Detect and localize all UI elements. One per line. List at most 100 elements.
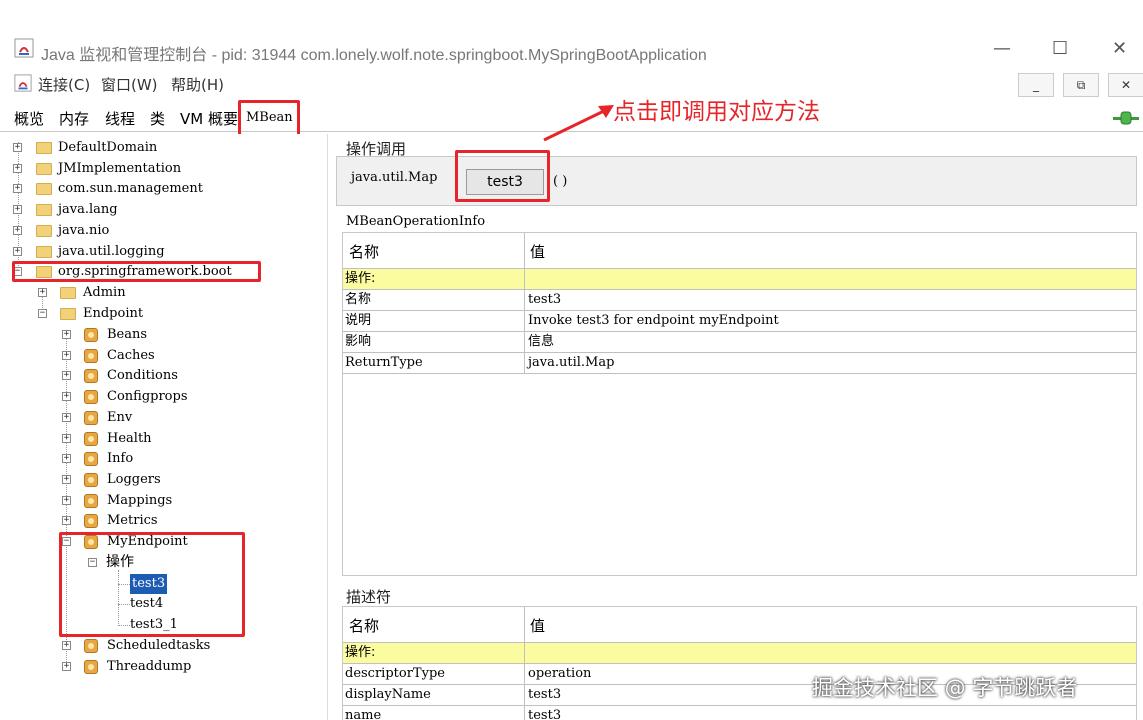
- tree-node-endpoint[interactable]: Mappings: [107, 491, 172, 511]
- menu-window[interactable]: 窗口(W): [101, 74, 158, 95]
- connection-status-icon: [1113, 110, 1139, 125]
- annotation-arrow-icon: [543, 105, 614, 142]
- tree-expander[interactable]: +: [13, 164, 22, 173]
- tree-expander[interactable]: +: [13, 184, 22, 193]
- mbean-icon: [84, 369, 98, 383]
- tree-node-endpoint[interactable]: Scheduledtasks: [107, 636, 210, 656]
- descriptor-section-title: 描述符: [346, 588, 392, 606]
- tree-expander[interactable]: +: [62, 662, 71, 671]
- tree-node-root[interactable]: DefaultDomain: [58, 138, 157, 158]
- mbean-icon: [84, 349, 98, 363]
- info-table: 名称 值 操作: 名称 test3 说明 Invoke test3 for en…: [342, 232, 1137, 576]
- tree-expander[interactable]: +: [62, 330, 71, 339]
- mbean-icon: [84, 432, 98, 446]
- inner-close-button[interactable]: ✕: [1108, 73, 1143, 97]
- inner-restore-button[interactable]: ⧉: [1063, 73, 1099, 97]
- tree-expander[interactable]: +: [62, 371, 71, 380]
- tree-node-endpoint[interactable]: Env: [107, 408, 132, 428]
- close-button[interactable]: ✕: [1112, 38, 1127, 59]
- tree-expander[interactable]: +: [62, 434, 71, 443]
- tree-expander[interactable]: +: [62, 392, 71, 401]
- inner-minimize-button[interactable]: _: [1018, 73, 1054, 97]
- tab-memory[interactable]: 内存: [59, 108, 89, 129]
- info-value-cell: Invoke test3 for endpoint myEndpoint: [528, 313, 779, 328]
- tree-expander[interactable]: +: [13, 226, 22, 235]
- info-name-cell: ReturnType: [345, 355, 423, 370]
- descriptor-header-value: 值: [530, 617, 546, 635]
- mbean-icon: [84, 411, 98, 425]
- info-name-cell: 影响: [345, 334, 372, 349]
- tree-node-endpoint[interactable]: Beans: [107, 325, 147, 345]
- tree-expander[interactable]: +: [62, 454, 71, 463]
- tree-expander[interactable]: +: [13, 247, 22, 256]
- descriptor-header-row: 名称 值: [343, 607, 1136, 643]
- info-value-cell: 信息: [528, 334, 555, 349]
- descriptor-group-label: 操作:: [345, 645, 376, 660]
- tree-expander[interactable]: +: [13, 143, 22, 152]
- descriptor-name-cell: name: [345, 708, 382, 720]
- mbean-icon: [84, 639, 98, 653]
- info-group-label: 操作:: [345, 271, 376, 286]
- tab-classes[interactable]: 类: [150, 108, 165, 129]
- mbean-tab-highlight: [238, 100, 300, 138]
- tree-node-endpoint[interactable]: Health: [107, 429, 152, 449]
- tab-vm-summary[interactable]: VM 概要: [180, 108, 238, 129]
- tree-node-endpoint[interactable]: Info: [107, 449, 133, 469]
- tree-node-endpoint[interactable]: Threaddump: [107, 657, 191, 677]
- tree-expander[interactable]: +: [62, 641, 71, 650]
- tab-threads[interactable]: 线程: [105, 108, 135, 129]
- tree-node-endpoint[interactable]: Metrics: [107, 511, 158, 531]
- info-group-row: 操作:: [343, 269, 1136, 290]
- descriptor-value-cell: test3: [528, 708, 562, 720]
- tree-expander[interactable]: +: [38, 288, 47, 297]
- tree-node-endpoint[interactable]: Caches: [107, 346, 155, 366]
- tree-node-endpoint[interactable]: Loggers: [107, 470, 161, 490]
- minimize-button[interactable]: —: [993, 38, 1011, 59]
- tree-node-root[interactable]: java.nio: [58, 221, 109, 241]
- watermark: 掘金技术社区 @ 字节跳跃者: [812, 676, 1078, 700]
- info-header-name: 名称: [349, 243, 380, 261]
- tree-expander[interactable]: +: [62, 475, 71, 484]
- descriptor-group-row: 操作:: [343, 643, 1136, 664]
- myendpoint-highlight: [59, 532, 245, 637]
- info-name-cell: 说明: [345, 313, 372, 328]
- folder-icon: [36, 163, 52, 175]
- maximize-button[interactable]: ☐: [1052, 38, 1068, 59]
- mbean-icon: [84, 452, 98, 466]
- info-row: 名称 test3: [343, 290, 1136, 311]
- tab-overview[interactable]: 概览: [14, 108, 44, 129]
- tree-node-endpoint[interactable]: Conditions: [107, 366, 178, 386]
- menu-connect[interactable]: 连接(C): [38, 74, 90, 95]
- tree-node-root[interactable]: java.util.logging: [58, 242, 165, 262]
- java-menu-icon: [14, 74, 34, 94]
- tree-expander[interactable]: +: [62, 496, 71, 505]
- tree-node-root[interactable]: com.sun.management: [58, 179, 203, 199]
- tree-node-root[interactable]: java.lang: [58, 200, 118, 220]
- mbean-icon: [84, 660, 98, 674]
- tree-node-endpoint[interactable]: Configprops: [107, 387, 188, 407]
- tree-expander[interactable]: +: [13, 205, 22, 214]
- descriptor-name-cell: descriptorType: [345, 666, 445, 681]
- java-app-icon: [14, 38, 34, 58]
- params-label: ( ): [553, 174, 568, 189]
- tree-node-boot-child[interactable]: Admin: [83, 283, 126, 303]
- descriptor-header-name: 名称: [349, 617, 380, 635]
- info-section-title: MBeanOperationInfo: [346, 214, 486, 229]
- folder-icon: [36, 246, 52, 258]
- return-type-label: java.util.Map: [351, 170, 438, 185]
- folder-icon: [36, 225, 52, 237]
- tree-expander[interactable]: +: [62, 516, 71, 525]
- tree-expander[interactable]: +: [62, 413, 71, 422]
- info-header-value: 值: [530, 243, 546, 261]
- folder-icon: [36, 183, 52, 195]
- mbean-icon: [84, 390, 98, 404]
- tree-expander[interactable]: +: [62, 351, 71, 360]
- mbean-icon: [84, 494, 98, 508]
- menu-help[interactable]: 帮助(H): [171, 74, 224, 95]
- tree-node-boot-child[interactable]: Endpoint: [83, 304, 143, 324]
- tree-node-root[interactable]: JMImplementation: [58, 159, 181, 179]
- info-name-cell: 名称: [345, 292, 372, 307]
- boot-package-highlight: [12, 261, 261, 282]
- folder-icon: [60, 287, 76, 299]
- tree-expander[interactable]: −: [38, 309, 47, 318]
